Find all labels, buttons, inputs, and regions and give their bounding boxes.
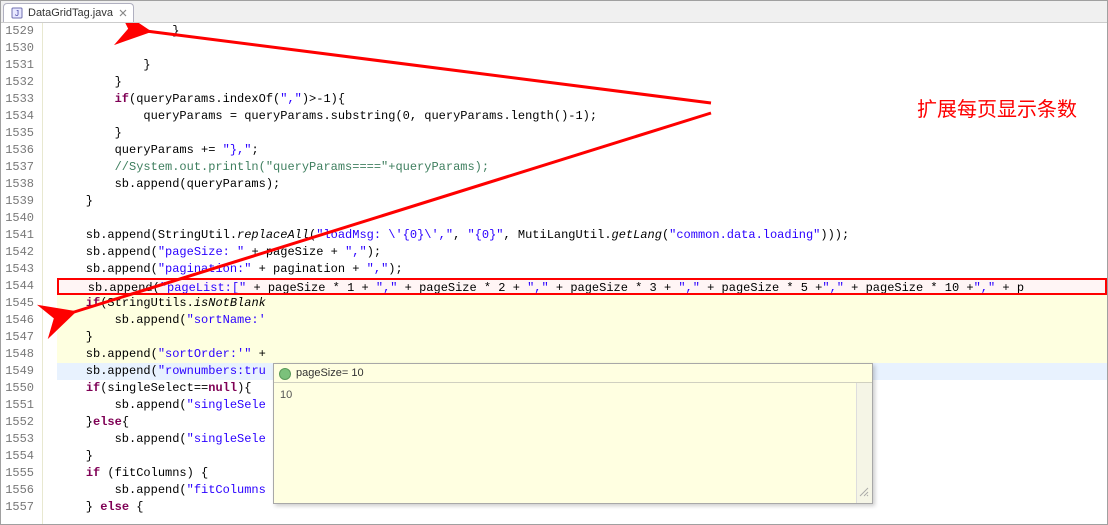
code-line[interactable]: } — [57, 57, 1107, 74]
code-line[interactable] — [57, 210, 1107, 227]
code-line[interactable]: sb.append(queryParams); — [57, 176, 1107, 193]
code-line[interactable]: queryParams = queryParams.substring(0, q… — [57, 108, 1107, 125]
code-line[interactable]: sb.append(StringUtil.replaceAll("loadMsg… — [57, 227, 1107, 244]
code-line[interactable]: } — [57, 125, 1107, 142]
tab-close-icon[interactable] — [117, 7, 129, 19]
svg-text:J: J — [15, 9, 19, 18]
tooltip-body: 10 — [274, 383, 872, 503]
code-line[interactable]: sb.append("pageSize: " + pageSize + ",")… — [57, 244, 1107, 261]
code-line[interactable]: } — [57, 23, 1107, 40]
code-line[interactable]: } — [57, 193, 1107, 210]
tooltip-header: pageSize= 10 — [274, 364, 872, 383]
line-number-gutter: 1529153015311532153315341535153615371538… — [1, 23, 43, 524]
code-line[interactable]: sb.append("pageList:[" + pageSize * 1 + … — [57, 278, 1107, 295]
code-line[interactable] — [57, 40, 1107, 57]
code-line[interactable]: } — [57, 74, 1107, 91]
tooltip-scrollbar[interactable] — [856, 383, 872, 503]
code-line[interactable]: //System.out.println("queryParams===="+q… — [57, 159, 1107, 176]
hover-tooltip: pageSize= 10 10 — [273, 363, 873, 504]
code-line[interactable]: if(queryParams.indexOf(",")>-1){ — [57, 91, 1107, 108]
tab-bar: J DataGridTag.java — [1, 1, 1107, 23]
tooltip-resize-icon[interactable] — [858, 486, 870, 501]
editor-tab[interactable]: J DataGridTag.java — [3, 3, 134, 22]
code-line[interactable]: if(StringUtils.isNotBlank — [57, 295, 1107, 312]
code-line[interactable]: sb.append("pagination:" + pagination + "… — [57, 261, 1107, 278]
tooltip-value: 10 — [280, 389, 292, 401]
code-line[interactable]: } — [57, 329, 1107, 346]
fold-column — [43, 23, 57, 524]
tab-filename: DataGridTag.java — [28, 7, 113, 19]
java-file-icon: J — [10, 6, 24, 20]
code-line[interactable]: sb.append("sortName:' — [57, 312, 1107, 329]
tooltip-header-text: pageSize= 10 — [296, 367, 364, 379]
code-line[interactable]: sb.append("sortOrder:'" + — [57, 346, 1107, 363]
code-line[interactable]: queryParams += "},"; — [57, 142, 1107, 159]
